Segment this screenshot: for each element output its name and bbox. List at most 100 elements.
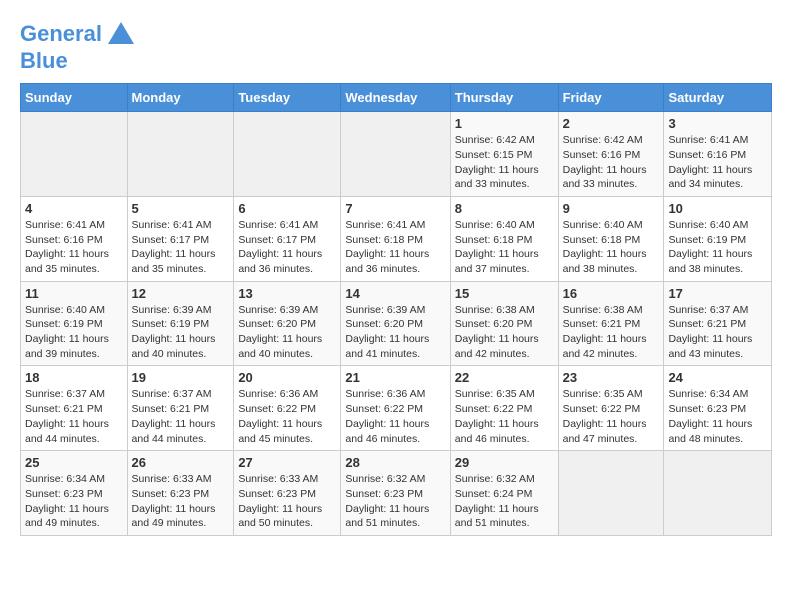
calendar-cell: 23 Sunrise: 6:35 AMSunset: 6:22 PMDayligh… [558, 366, 664, 451]
calendar-cell: 11 Sunrise: 6:40 AMSunset: 6:19 PMDayligh… [21, 281, 128, 366]
day-info: Sunrise: 6:37 AMSunset: 6:21 PMDaylight:… [668, 303, 767, 362]
day-info: Sunrise: 6:41 AMSunset: 6:16 PMDaylight:… [668, 133, 767, 192]
day-info: Sunrise: 6:42 AMSunset: 6:16 PMDaylight:… [563, 133, 660, 192]
day-number: 23 [563, 370, 660, 385]
calendar-cell: 7 Sunrise: 6:41 AMSunset: 6:18 PMDaylight… [341, 196, 450, 281]
day-info: Sunrise: 6:36 AMSunset: 6:22 PMDaylight:… [238, 387, 336, 446]
calendar-week-3: 11 Sunrise: 6:40 AMSunset: 6:19 PMDayligh… [21, 281, 772, 366]
day-info: Sunrise: 6:41 AMSunset: 6:16 PMDaylight:… [25, 218, 123, 277]
calendar-cell: 20 Sunrise: 6:36 AMSunset: 6:22 PMDayligh… [234, 366, 341, 451]
calendar-week-4: 18 Sunrise: 6:37 AMSunset: 6:21 PMDayligh… [21, 366, 772, 451]
day-info: Sunrise: 6:32 AMSunset: 6:23 PMDaylight:… [345, 472, 445, 531]
day-info: Sunrise: 6:39 AMSunset: 6:20 PMDaylight:… [345, 303, 445, 362]
day-number: 11 [25, 286, 123, 301]
day-header-sunday: Sunday [21, 84, 128, 112]
day-info: Sunrise: 6:35 AMSunset: 6:22 PMDaylight:… [455, 387, 554, 446]
logo-text: General [20, 22, 102, 46]
day-info: Sunrise: 6:39 AMSunset: 6:20 PMDaylight:… [238, 303, 336, 362]
calendar-cell: 17 Sunrise: 6:37 AMSunset: 6:21 PMDayligh… [664, 281, 772, 366]
day-number: 24 [668, 370, 767, 385]
day-number: 9 [563, 201, 660, 216]
day-info: Sunrise: 6:36 AMSunset: 6:22 PMDaylight:… [345, 387, 445, 446]
calendar-cell: 13 Sunrise: 6:39 AMSunset: 6:20 PMDayligh… [234, 281, 341, 366]
day-number: 16 [563, 286, 660, 301]
calendar-cell: 2 Sunrise: 6:42 AMSunset: 6:16 PMDaylight… [558, 112, 664, 197]
day-info: Sunrise: 6:33 AMSunset: 6:23 PMDaylight:… [238, 472, 336, 531]
day-info: Sunrise: 6:39 AMSunset: 6:19 PMDaylight:… [132, 303, 230, 362]
calendar-cell: 27Sunrise: 6:33 AMSunset: 6:23 PMDayligh… [234, 451, 341, 536]
calendar-cell: 22 Sunrise: 6:35 AMSunset: 6:22 PMDayligh… [450, 366, 558, 451]
day-info: Sunrise: 6:34 AMSunset: 6:23 PMDaylight:… [668, 387, 767, 446]
day-info: Sunrise: 6:38 AMSunset: 6:21 PMDaylight:… [563, 303, 660, 362]
calendar-cell: 26 Sunrise: 6:33 AMSunset: 6:23 PMDayligh… [127, 451, 234, 536]
day-number: 14 [345, 286, 445, 301]
calendar-cell: 24 Sunrise: 6:34 AMSunset: 6:23 PMDayligh… [664, 366, 772, 451]
day-number: 7 [345, 201, 445, 216]
logo-subtext: Blue [20, 49, 68, 73]
calendar-cell: 21Sunrise: 6:36 AMSunset: 6:22 PMDayligh… [341, 366, 450, 451]
page-header: General Blue [20, 20, 772, 73]
calendar-cell: 9Sunrise: 6:40 AMSunset: 6:18 PMDaylight… [558, 196, 664, 281]
day-number: 2 [563, 116, 660, 131]
day-info: Sunrise: 6:41 AMSunset: 6:18 PMDaylight:… [345, 218, 445, 277]
calendar-cell: 18 Sunrise: 6:37 AMSunset: 6:21 PMDayligh… [21, 366, 128, 451]
calendar-week-1: 1 Sunrise: 6:42 AMSunset: 6:15 PMDaylight… [21, 112, 772, 197]
calendar-cell [558, 451, 664, 536]
day-number: 20 [238, 370, 336, 385]
day-info: Sunrise: 6:33 AMSunset: 6:23 PMDaylight:… [132, 472, 230, 531]
calendar-cell: 15 Sunrise: 6:38 AMSunset: 6:20 PMDayligh… [450, 281, 558, 366]
day-number: 12 [132, 286, 230, 301]
calendar-cell: 28 Sunrise: 6:32 AMSunset: 6:23 PMDayligh… [341, 451, 450, 536]
day-header-monday: Monday [127, 84, 234, 112]
calendar-cell: 12 Sunrise: 6:39 AMSunset: 6:19 PMDayligh… [127, 281, 234, 366]
calendar-cell: 14 Sunrise: 6:39 AMSunset: 6:20 PMDayligh… [341, 281, 450, 366]
day-header-friday: Friday [558, 84, 664, 112]
calendar-cell [234, 112, 341, 197]
day-info: Sunrise: 6:34 AMSunset: 6:23 PMDaylight:… [25, 472, 123, 531]
calendar-cell: 10Sunrise: 6:40 AMSunset: 6:19 PMDayligh… [664, 196, 772, 281]
day-number: 1 [455, 116, 554, 131]
day-number: 19 [132, 370, 230, 385]
day-number: 17 [668, 286, 767, 301]
day-number: 28 [345, 455, 445, 470]
logo: General Blue [20, 20, 134, 73]
day-info: Sunrise: 6:41 AMSunset: 6:17 PMDaylight:… [132, 218, 230, 277]
day-number: 26 [132, 455, 230, 470]
day-info: Sunrise: 6:41 AMSunset: 6:17 PMDaylight:… [238, 218, 336, 277]
calendar-cell [664, 451, 772, 536]
calendar-cell: 6 Sunrise: 6:41 AMSunset: 6:17 PMDaylight… [234, 196, 341, 281]
day-number: 6 [238, 201, 336, 216]
day-header-tuesday: Tuesday [234, 84, 341, 112]
logo-icon [108, 22, 134, 44]
calendar-cell: 29 Sunrise: 6:32 AMSunset: 6:24 PMDayligh… [450, 451, 558, 536]
calendar-cell: 25 Sunrise: 6:34 AMSunset: 6:23 PMDayligh… [21, 451, 128, 536]
calendar-cell [21, 112, 128, 197]
day-number: 29 [455, 455, 554, 470]
day-number: 5 [132, 201, 230, 216]
calendar-week-2: 4 Sunrise: 6:41 AMSunset: 6:16 PMDaylight… [21, 196, 772, 281]
calendar-cell: 1 Sunrise: 6:42 AMSunset: 6:15 PMDaylight… [450, 112, 558, 197]
day-info: Sunrise: 6:35 AMSunset: 6:22 PMDaylight:… [563, 387, 660, 446]
day-info: Sunrise: 6:37 AMSunset: 6:21 PMDaylight:… [132, 387, 230, 446]
calendar-cell [127, 112, 234, 197]
day-header-wednesday: Wednesday [341, 84, 450, 112]
day-info: Sunrise: 6:42 AMSunset: 6:15 PMDaylight:… [455, 133, 554, 192]
calendar-cell: 5 Sunrise: 6:41 AMSunset: 6:17 PMDaylight… [127, 196, 234, 281]
day-info: Sunrise: 6:32 AMSunset: 6:24 PMDaylight:… [455, 472, 554, 531]
day-number: 10 [668, 201, 767, 216]
day-number: 25 [25, 455, 123, 470]
day-number: 18 [25, 370, 123, 385]
calendar-week-5: 25 Sunrise: 6:34 AMSunset: 6:23 PMDayligh… [21, 451, 772, 536]
day-info: Sunrise: 6:37 AMSunset: 6:21 PMDaylight:… [25, 387, 123, 446]
calendar-header-row: SundayMondayTuesdayWednesdayThursdayFrid… [21, 84, 772, 112]
day-info: Sunrise: 6:38 AMSunset: 6:20 PMDaylight:… [455, 303, 554, 362]
day-info: Sunrise: 6:40 AMSunset: 6:19 PMDaylight:… [25, 303, 123, 362]
day-number: 8 [455, 201, 554, 216]
day-number: 15 [455, 286, 554, 301]
day-header-thursday: Thursday [450, 84, 558, 112]
day-number: 4 [25, 201, 123, 216]
day-header-saturday: Saturday [664, 84, 772, 112]
calendar-cell: 4 Sunrise: 6:41 AMSunset: 6:16 PMDaylight… [21, 196, 128, 281]
day-number: 13 [238, 286, 336, 301]
day-number: 22 [455, 370, 554, 385]
